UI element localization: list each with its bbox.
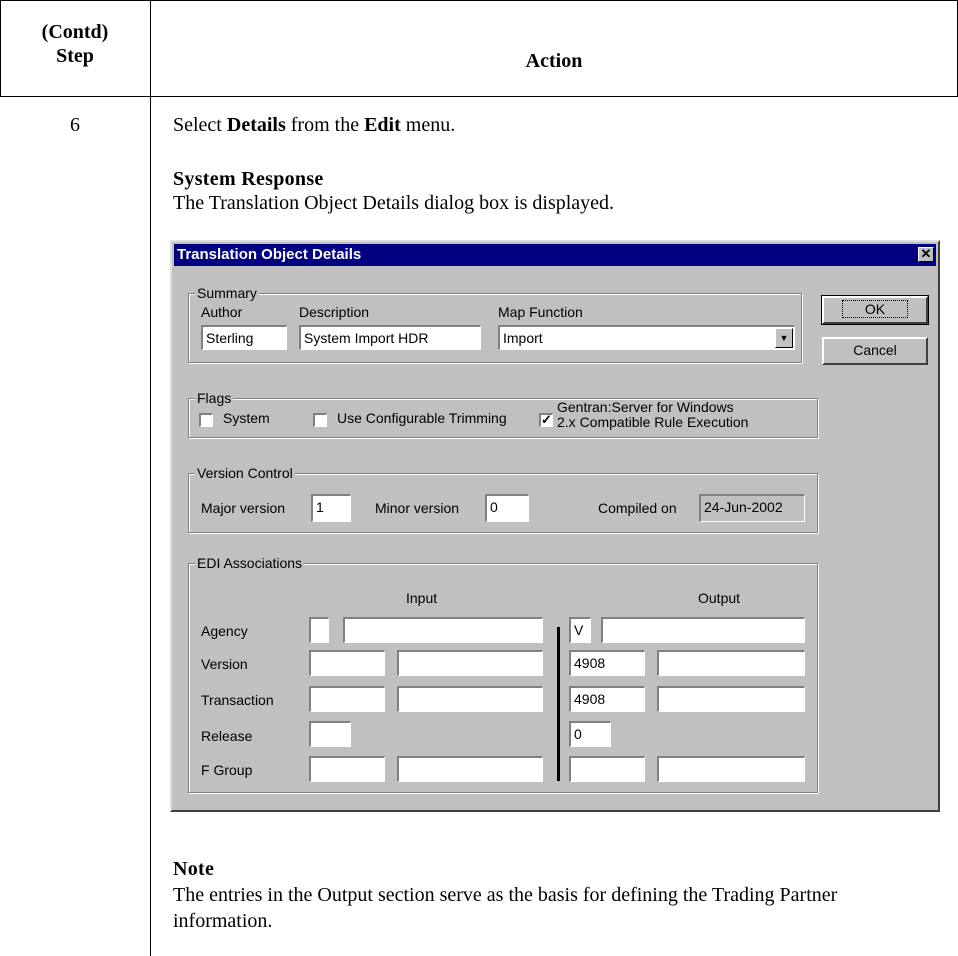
trimming-checkbox[interactable] — [313, 413, 327, 427]
minor-version-label: Minor version — [375, 500, 460, 516]
table-top-border — [0, 0, 958, 1]
system-checkbox[interactable] — [199, 413, 213, 427]
transaction-label: Transaction — [201, 692, 274, 708]
compiled-on-label: Compiled on — [598, 500, 677, 516]
edi-associations-group-label: EDI Associations — [195, 555, 305, 571]
step-number: 6 — [70, 114, 80, 136]
system-response-text: The Translation Object Details dialog bo… — [173, 192, 615, 214]
transaction-output-code[interactable]: 4908 — [569, 686, 645, 712]
column-divider — [150, 0, 151, 956]
gentran-checkbox[interactable]: ✓ — [539, 413, 553, 427]
version-input-name[interactable] — [397, 650, 543, 676]
flags-group: Flags System Use Configurable Trimming ✓… — [188, 390, 818, 438]
step-column-header: (Contd) Step — [0, 20, 150, 68]
gentran-label-line1: Gentran:Server for Windows — [557, 399, 734, 415]
agency-input-code[interactable] — [309, 617, 329, 643]
summary-group-label: Summary — [195, 285, 259, 301]
ok-button[interactable]: OK — [821, 295, 929, 325]
release-input-code[interactable] — [309, 721, 351, 747]
agency-label: Agency — [201, 623, 248, 639]
flags-group-label: Flags — [195, 390, 234, 406]
trimming-label: Use Configurable Trimming — [337, 410, 507, 426]
release-output-code[interactable]: 0 — [569, 721, 611, 747]
gentran-label: Gentran:Server for Windows 2.x Compatibl… — [557, 400, 748, 430]
translation-object-details-dialog: Translation Object Details ✕ Summary Aut… — [170, 240, 940, 812]
ok-button-label: OK — [841, 300, 909, 318]
description-label: Description — [299, 304, 370, 320]
major-version-label: Major version — [201, 500, 286, 516]
compiled-on-field: 24-Jun-2002 — [699, 494, 805, 522]
f-group-input-code[interactable] — [309, 756, 385, 782]
gentran-label-line2: 2.x Compatible Rule Execution — [557, 414, 749, 430]
input-header: Input — [406, 590, 438, 606]
minor-version-field[interactable]: 0 — [485, 494, 529, 522]
agency-output-code[interactable]: V — [569, 617, 591, 643]
author-field[interactable]: Sterling — [201, 325, 287, 350]
instruction-text: from the — [285, 114, 365, 136]
f-group-output-name[interactable] — [657, 756, 805, 782]
instruction-edit: Edit — [364, 114, 401, 136]
output-header: Output — [698, 590, 741, 606]
system-response-heading: System Response — [173, 168, 324, 190]
release-label: Release — [201, 728, 253, 744]
transaction-input-code[interactable] — [309, 686, 385, 712]
map-function-select[interactable]: Import ▼ — [498, 325, 795, 350]
step-instruction: Select Details from the Edit menu. — [173, 114, 455, 137]
version-input-code[interactable] — [309, 650, 385, 676]
instruction-details: Details — [226, 114, 286, 136]
version-output-name[interactable] — [657, 650, 805, 676]
note-text: The entries in the Output section serve … — [173, 884, 838, 932]
version-control-group: Version Control Major version 1 Minor ve… — [188, 465, 818, 533]
chevron-down-icon[interactable]: ▼ — [775, 328, 793, 348]
f-group-output-code[interactable] — [569, 756, 645, 782]
dialog-title: Translation Object Details — [177, 246, 362, 263]
instruction-text: menu. — [400, 114, 456, 136]
dialog-titlebar[interactable]: Translation Object Details ✕ — [174, 244, 936, 266]
step-header-step: Step — [56, 45, 94, 67]
f-group-label: F Group — [201, 762, 253, 778]
instruction-text: Select — [173, 114, 227, 136]
author-label: Author — [201, 304, 243, 320]
f-group-input-name[interactable] — [397, 756, 543, 782]
cancel-button[interactable]: Cancel — [822, 337, 928, 365]
major-version-field[interactable]: 1 — [311, 494, 351, 522]
version-control-group-label: Version Control — [195, 465, 295, 481]
step-header-contd: (Contd) — [41, 21, 109, 43]
edi-associations-group: EDI Associations Input Output Agency V V… — [188, 555, 818, 793]
version-label: Version — [201, 656, 248, 672]
close-icon[interactable]: ✕ — [918, 247, 934, 262]
map-function-label: Map Function — [498, 304, 583, 320]
version-output-code[interactable]: 4908 — [569, 650, 645, 676]
agency-input-name[interactable] — [343, 617, 543, 643]
system-label: System — [223, 410, 270, 426]
action-column-header: Action — [525, 50, 583, 72]
agency-output-name[interactable] — [601, 617, 805, 643]
header-divider — [0, 96, 958, 97]
input-output-divider — [557, 627, 560, 781]
summary-group: Summary Author Description Map Function … — [188, 285, 802, 363]
transaction-output-name[interactable] — [657, 686, 805, 712]
transaction-input-name[interactable] — [397, 686, 543, 712]
note-heading: Note — [173, 858, 215, 880]
description-field[interactable]: System Import HDR — [299, 325, 481, 350]
map-function-value: Import — [503, 330, 543, 346]
